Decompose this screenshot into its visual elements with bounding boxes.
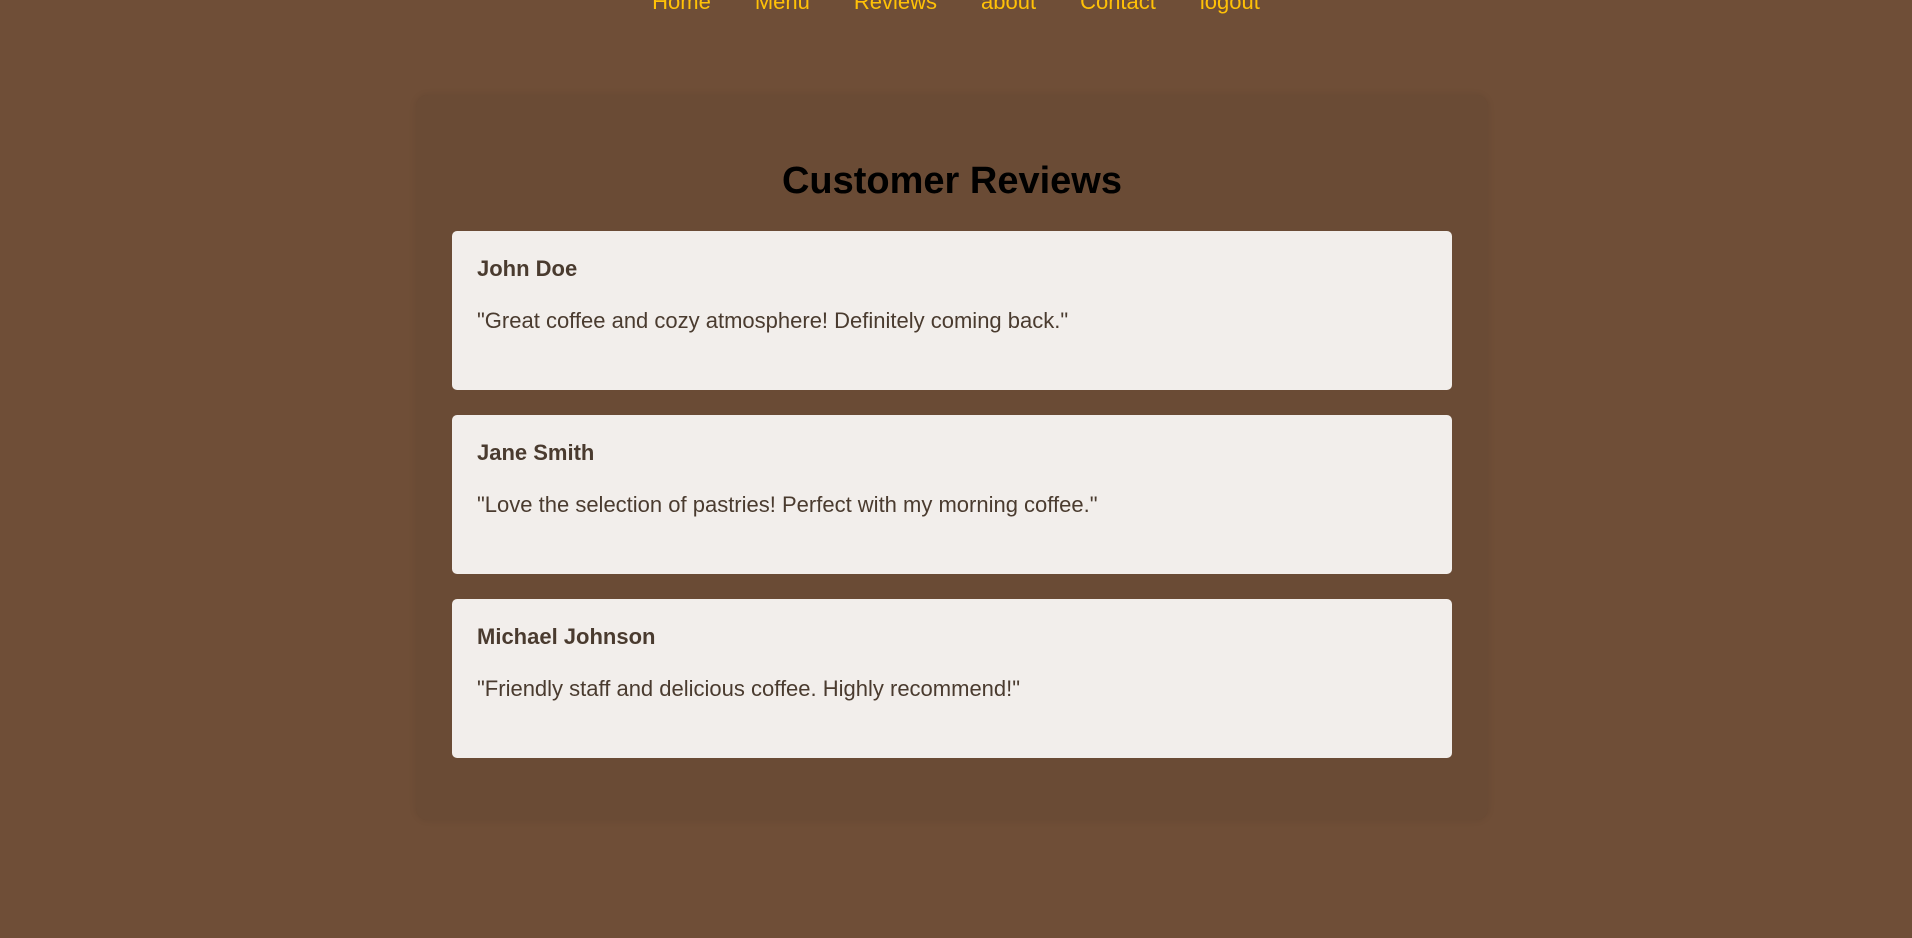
nav-link-menu[interactable]: Menu xyxy=(755,0,810,14)
reviews-container: Customer Reviews John Doe "Great coffee … xyxy=(416,95,1488,820)
review-text: "Great coffee and cozy atmosphere! Defin… xyxy=(477,308,1069,333)
review-card: John Doe "Great coffee and cozy atmosphe… xyxy=(452,231,1452,390)
review-card: Michael Johnson "Friendly staff and deli… xyxy=(452,599,1452,758)
nav-link-reviews[interactable]: Reviews xyxy=(854,0,937,14)
review-list: John Doe "Great coffee and cozy atmosphe… xyxy=(452,231,1452,783)
page: Home Menu Reviews about Contact logout C… xyxy=(0,0,1912,938)
top-nav: Home Menu Reviews about Contact logout xyxy=(0,0,1912,14)
nav-link-logout[interactable]: logout xyxy=(1200,0,1260,14)
review-author: Michael Johnson xyxy=(477,624,656,649)
nav-link-home[interactable]: Home xyxy=(652,0,711,14)
nav-link-about[interactable]: about xyxy=(981,0,1036,14)
review-text: "Love the selection of pastries! Perfect… xyxy=(477,492,1098,517)
review-card: Jane Smith "Love the selection of pastri… xyxy=(452,415,1452,574)
nav-link-contact[interactable]: Contact xyxy=(1080,0,1156,14)
review-text: "Friendly staff and delicious coffee. Hi… xyxy=(477,676,1021,701)
page-title: Customer Reviews xyxy=(781,160,1122,202)
review-author: Jane Smith xyxy=(477,440,595,465)
review-author: John Doe xyxy=(477,256,578,281)
